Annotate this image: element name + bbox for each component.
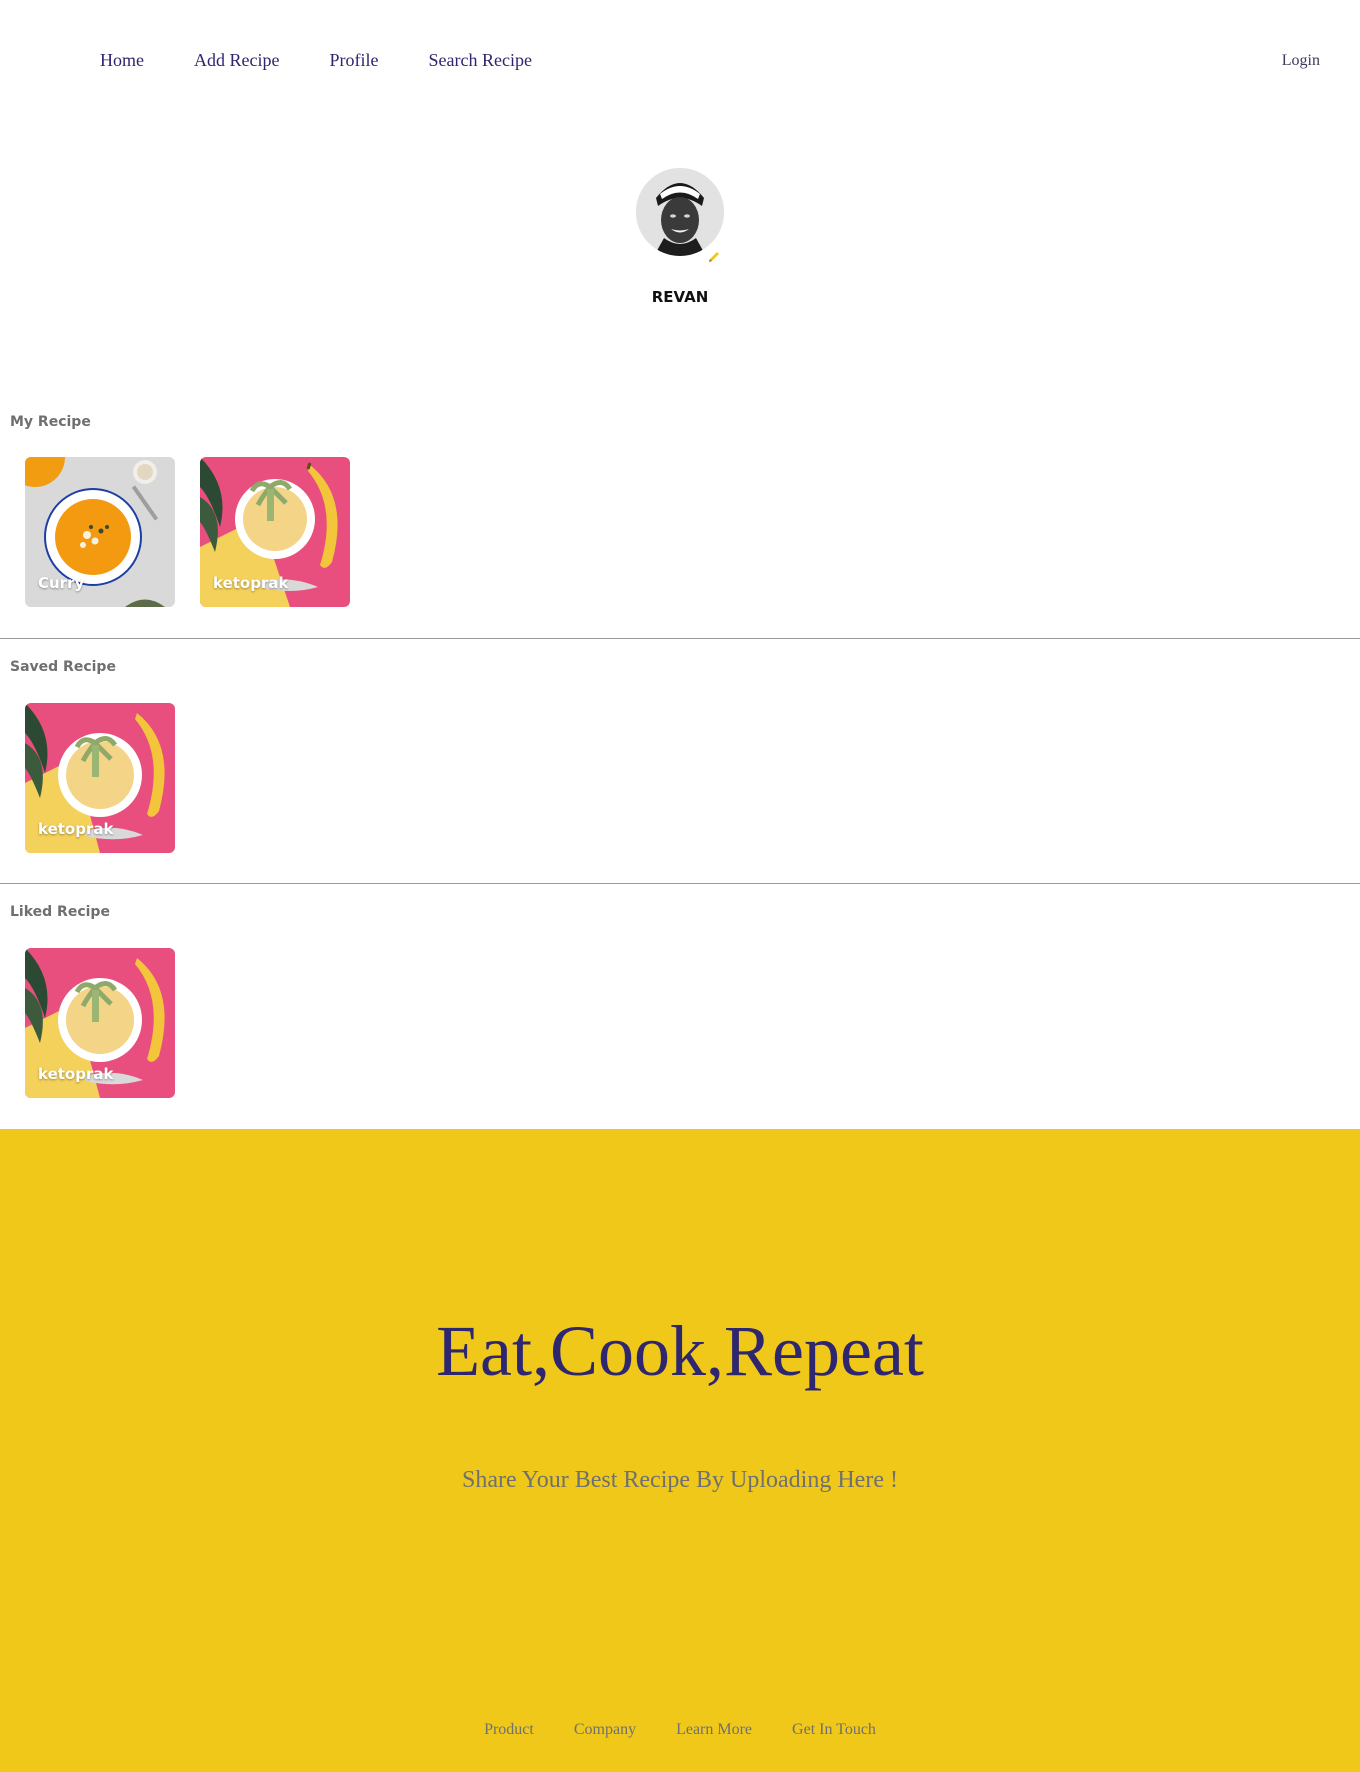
recipe-card-ketoprak[interactable]: ketoprak <box>25 948 175 1098</box>
navbar: Home Add Recipe Profile Search Recipe Lo… <box>0 0 1360 124</box>
footer-company-link[interactable]: Company <box>574 1721 636 1739</box>
avatar-photo <box>636 168 724 256</box>
profile-header: REVAN <box>0 168 1360 306</box>
avatar-container <box>635 168 725 262</box>
nav-add-recipe-link[interactable]: Add Recipe <box>194 50 279 71</box>
footer-tagline: Share Your Best Recipe By Uploading Here… <box>462 1467 898 1493</box>
nav-profile-link[interactable]: Profile <box>329 50 378 71</box>
liked-recipe-title: Liked Recipe <box>10 904 110 920</box>
nav-search-recipe-link[interactable]: Search Recipe <box>428 50 531 71</box>
recipe-card-label: ketoprak <box>213 574 289 592</box>
recipe-card-ketoprak[interactable]: ketoprak <box>200 457 350 607</box>
recipe-card-label: ketoprak <box>38 820 114 838</box>
pencil-icon[interactable] <box>707 250 721 264</box>
section-divider <box>0 638 1360 639</box>
footer: Eat,Cook,Repeat Share Your Best Recipe B… <box>0 1129 1360 1772</box>
login-link[interactable]: Login <box>1282 52 1320 70</box>
my-recipe-cards: Curry ketoprak <box>25 457 375 607</box>
recipe-card-label: Curry <box>38 574 85 592</box>
recipe-card-curry[interactable]: Curry <box>25 457 175 607</box>
footer-learn-more-link[interactable]: Learn More <box>676 1721 752 1739</box>
saved-recipe-cards: ketoprak <box>25 703 200 853</box>
recipe-card-label: ketoprak <box>38 1065 114 1083</box>
footer-product-link[interactable]: Product <box>484 1721 534 1739</box>
my-recipe-title: My Recipe <box>10 414 91 430</box>
saved-recipe-title: Saved Recipe <box>10 659 116 675</box>
section-divider <box>0 883 1360 884</box>
footer-get-in-touch-link[interactable]: Get In Touch <box>792 1721 876 1739</box>
recipe-card-ketoprak[interactable]: ketoprak <box>25 703 175 853</box>
footer-headline: Eat,Cook,Repeat <box>436 1311 924 1391</box>
nav-links: Home Add Recipe Profile Search Recipe <box>100 50 582 71</box>
nav-home-link[interactable]: Home <box>100 50 144 71</box>
liked-recipe-cards: ketoprak <box>25 948 200 1098</box>
profile-username: REVAN <box>651 288 709 306</box>
avatar <box>636 168 724 256</box>
footer-links: Product Company Learn More Get In Touch <box>0 1721 1360 1739</box>
